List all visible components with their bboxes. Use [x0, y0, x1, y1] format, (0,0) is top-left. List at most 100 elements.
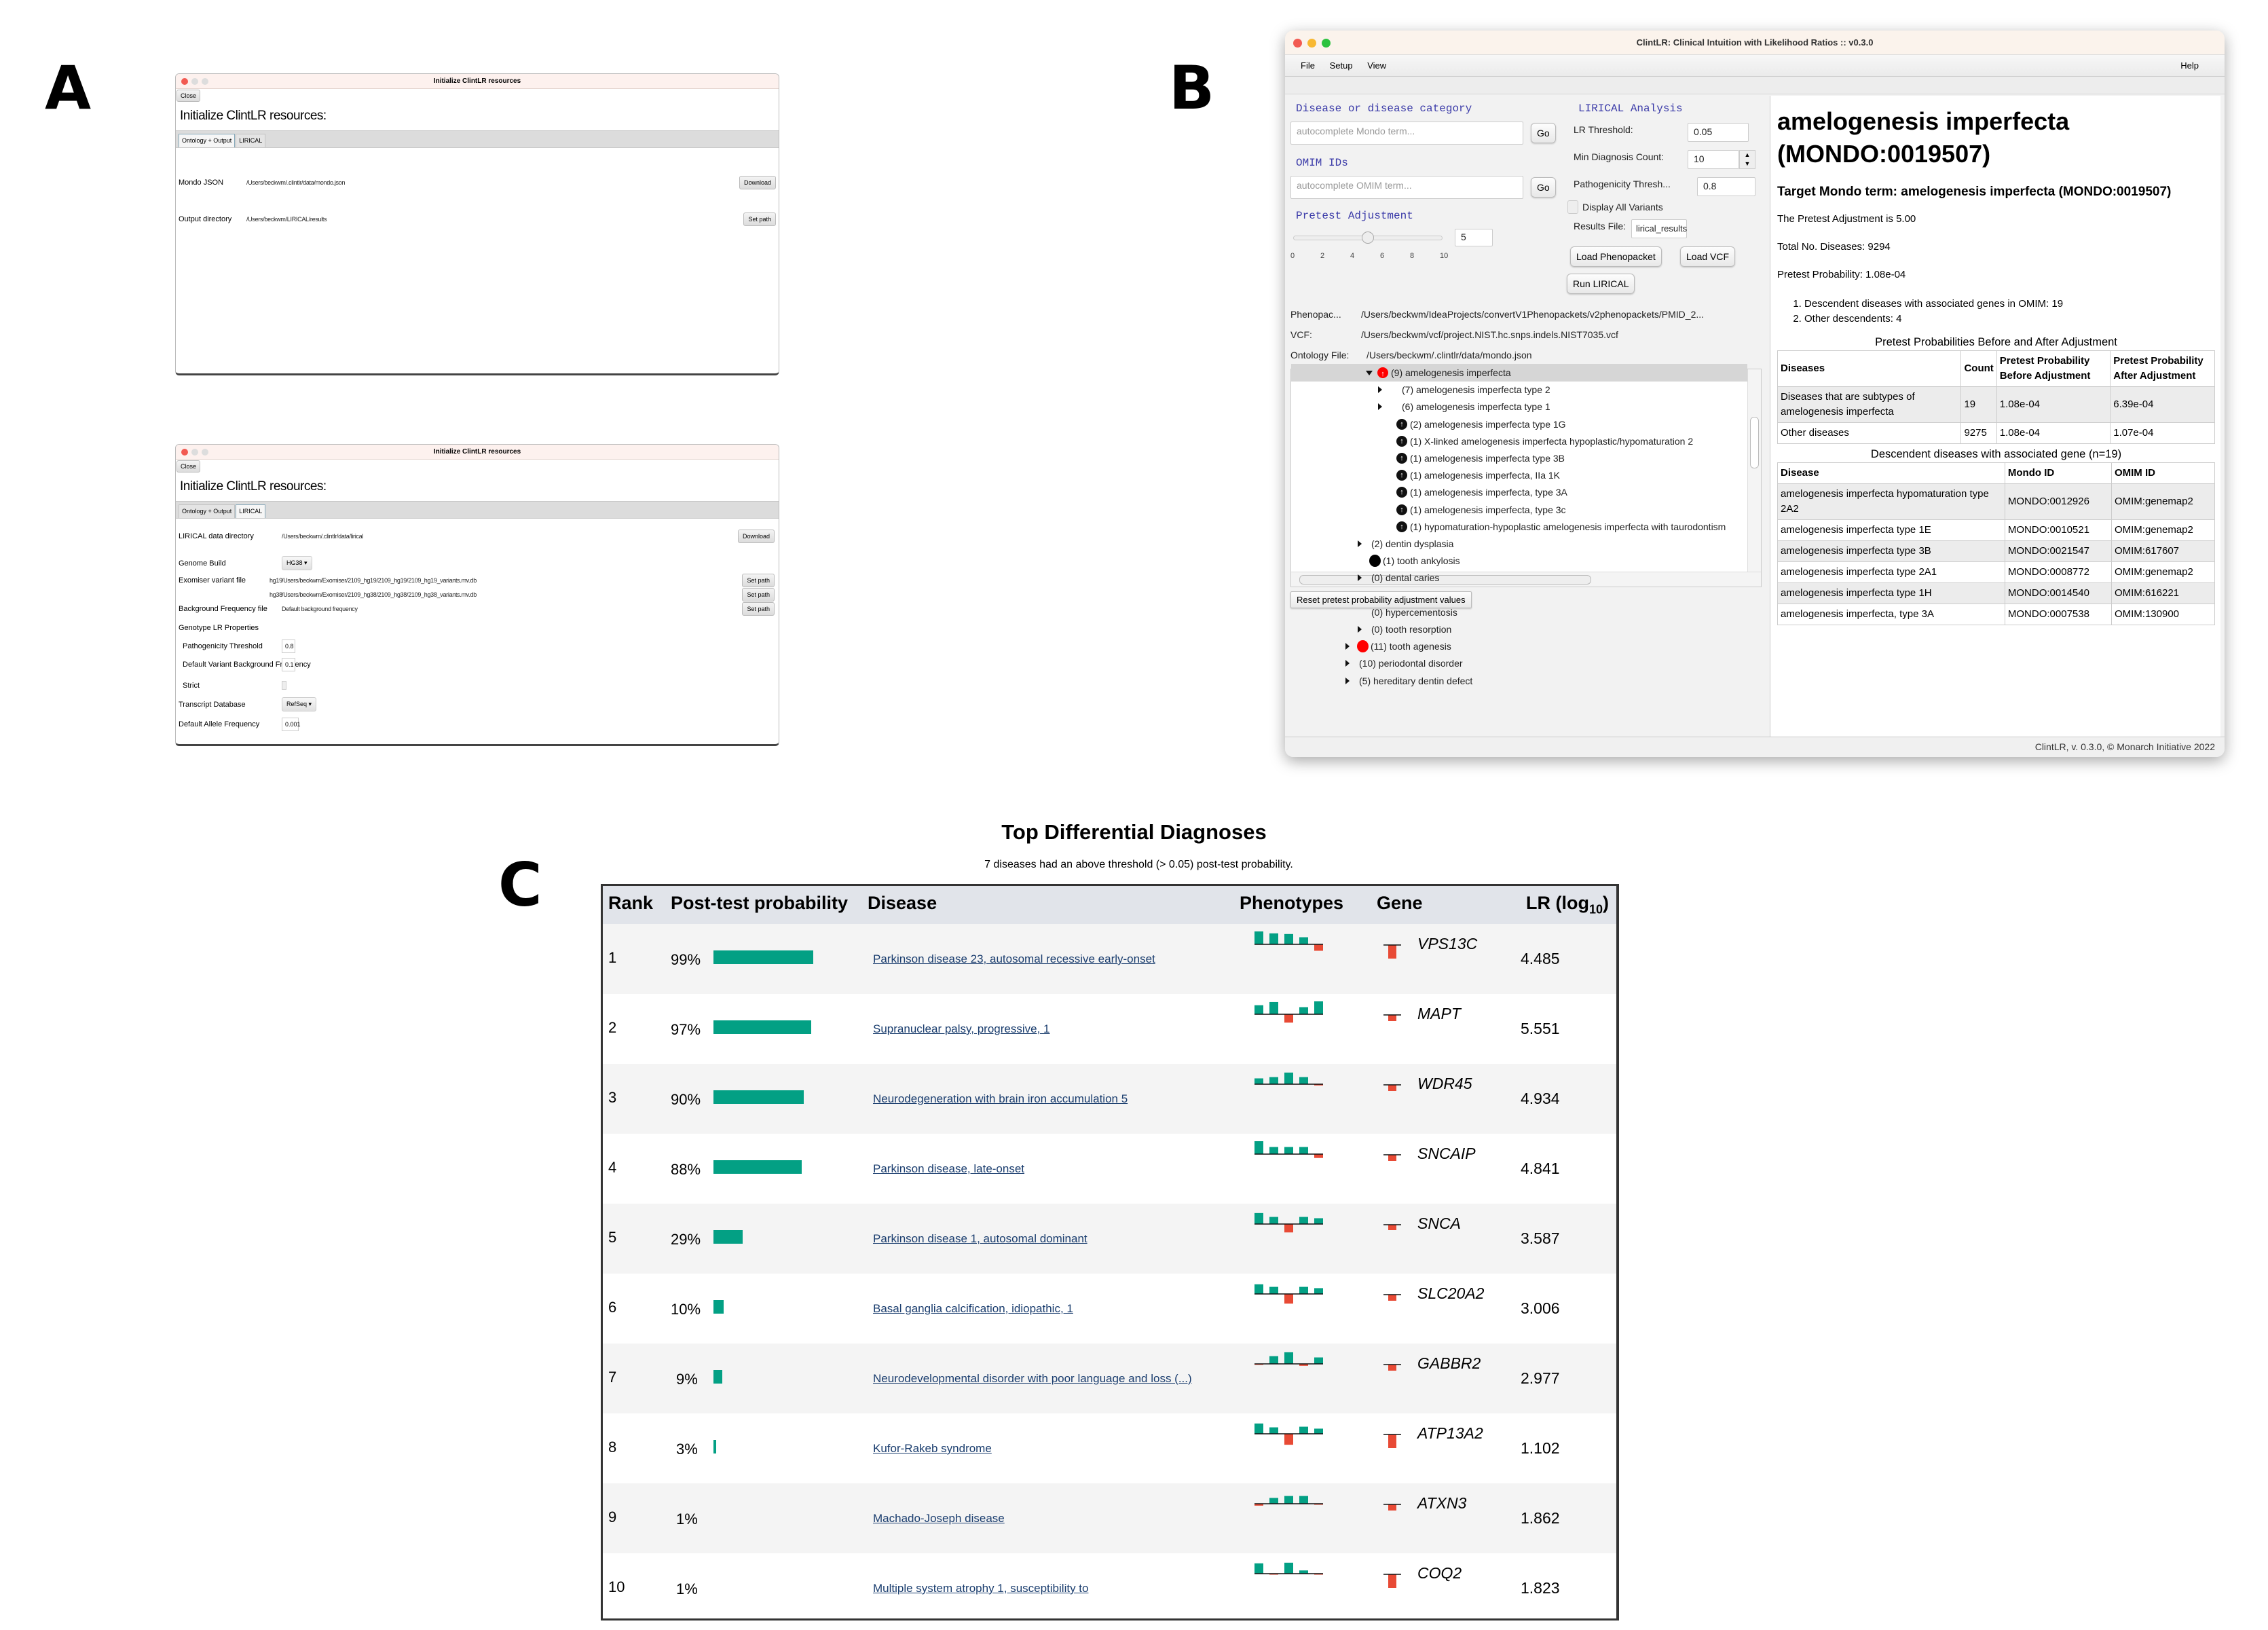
omim-section-heading: OMIM IDs — [1296, 157, 1348, 169]
disease-link[interactable]: Supranuclear palsy, progressive, 1 — [873, 1022, 1050, 1036]
disease-link[interactable]: Parkinson disease 23, autosomal recessiv… — [873, 952, 1155, 966]
disease-link[interactable]: Parkinson disease, late-onset — [873, 1162, 1024, 1176]
zoom-window-dot[interactable] — [202, 449, 208, 456]
tab-ontology-output[interactable]: Ontology + Output — [179, 134, 236, 147]
set-background-path-button[interactable]: Set path — [742, 602, 775, 616]
tree-item[interactable]: (1) tooth ankylosis — [1291, 552, 1747, 570]
collapse-toggle-icon[interactable] — [1345, 660, 1350, 667]
mondo-tree[interactable]: ↑ (9) amelogenesis imperfecta (7) amelogen… — [1290, 364, 1762, 686]
load-vcf-button[interactable]: Load VCF — [1680, 246, 1736, 267]
menu-view[interactable]: View — [1367, 60, 1386, 71]
minimize-window-dot[interactable] — [191, 449, 198, 456]
reset-pretest-button[interactable]: Reset pretest probability adjustment val… — [1290, 591, 1472, 608]
tree-item[interactable]: ↑ (1) amelogenesis imperfecta, type 3c — [1291, 501, 1747, 519]
gene-name: VPS13C — [1417, 935, 1478, 952]
tree-item[interactable]: (7) amelogenesis imperfecta type 2 — [1291, 381, 1747, 399]
minimize-window-dot[interactable] — [1307, 39, 1316, 48]
variant-bg-freq-input[interactable]: 0.1 — [282, 658, 295, 671]
spinner-down-icon[interactable]: ▼ — [1745, 160, 1751, 167]
omim-search-input[interactable]: autocomplete OMIM term... — [1290, 176, 1523, 199]
header-gene: Gene — [1377, 893, 1423, 913]
disease-link[interactable]: Multiple system atrophy 1, susceptibilit… — [873, 1582, 1088, 1595]
tree-item[interactable]: (6) amelogenesis imperfecta type 1 — [1291, 398, 1747, 415]
transcript-db-select[interactable]: RefSeq ▾ — [282, 697, 317, 711]
tree-item[interactable]: ↑ (1) amelogenesis imperfecta, IIa 1K — [1291, 466, 1747, 484]
expand-toggle-icon[interactable] — [1366, 371, 1373, 375]
phenotype-bar — [1314, 1218, 1323, 1224]
init-heading: Initialize ClintLR resources: — [180, 479, 327, 494]
results-file-input[interactable]: lirical_results — [1631, 219, 1687, 238]
gene-name: GABBR2 — [1417, 1354, 1481, 1372]
mondo-search-input[interactable]: autocomplete Mondo term... — [1290, 122, 1523, 145]
tree-item[interactable]: (2) dentin dysplasia — [1291, 535, 1747, 553]
pretest-value-input[interactable]: 5 — [1455, 229, 1493, 246]
set-hg19-path-button[interactable]: Set path — [742, 574, 775, 587]
set-output-path-button[interactable]: Set path — [743, 212, 776, 226]
disease-link[interactable]: Neurodegeneration with brain iron accumu… — [873, 1092, 1128, 1106]
tree-item[interactable]: (11) tooth agenesis — [1291, 637, 1747, 655]
disease-link[interactable]: Kufor-Rakeb syndrome — [873, 1442, 992, 1456]
tab-ontology-output[interactable]: Ontology + Output — [179, 504, 236, 518]
collapse-toggle-icon[interactable] — [1345, 677, 1350, 684]
mondo-go-button[interactable]: Go — [1531, 123, 1556, 143]
allele-freq-input[interactable]: 0.001 — [282, 718, 301, 731]
tree-item[interactable]: ↑ (1) X-linked amelogenesis imperfecta hy… — [1291, 432, 1747, 450]
tree-item[interactable]: ↑ (9) amelogenesis imperfecta — [1291, 364, 1747, 382]
collapse-toggle-icon[interactable] — [1378, 403, 1382, 411]
tree-item[interactable]: ↑ (1) hypomaturation-hypoplastic amelogen… — [1291, 518, 1747, 536]
disease-link[interactable]: Basal ganglia calcification, idiopathic,… — [873, 1302, 1073, 1316]
collapse-toggle-icon[interactable] — [1358, 626, 1362, 633]
window-title: Initialize ClintLR resources — [433, 77, 521, 85]
load-phenopacket-button[interactable]: Load Phenopacket — [1570, 246, 1662, 267]
zoom-window-dot[interactable] — [202, 78, 208, 85]
tree-item[interactable]: (0) dental caries — [1291, 569, 1747, 587]
set-hg38-path-button[interactable]: Set path — [742, 588, 775, 601]
close-window-dot[interactable] — [1293, 39, 1302, 48]
collapse-toggle-icon[interactable] — [1378, 386, 1382, 394]
collapse-toggle-icon[interactable] — [1358, 540, 1362, 547]
pathogenicity-input[interactable]: 0.8 — [282, 640, 295, 653]
genome-build-select[interactable]: HG38 ▾ — [282, 556, 312, 570]
tab-lirical[interactable]: LIRICAL — [236, 504, 266, 518]
tree-item[interactable]: (5) hereditary dentin defect — [1291, 672, 1747, 690]
tree-item[interactable]: ↑ (2) amelogenesis imperfecta type 1G — [1291, 415, 1747, 433]
slider-thumb[interactable] — [1362, 231, 1374, 244]
zoom-window-dot[interactable] — [1322, 39, 1331, 48]
tree-item[interactable]: (10) periodontal disorder — [1291, 654, 1747, 672]
menu-file[interactable]: File — [1301, 60, 1315, 71]
min-diagnosis-spinner[interactable]: ▲ ▼ — [1739, 150, 1755, 169]
tree-vertical-scrollbar[interactable] — [1747, 369, 1761, 572]
min-diagnosis-input[interactable]: 10 — [1688, 150, 1739, 169]
tab-lirical[interactable]: LIRICAL — [236, 134, 266, 147]
minimize-window-dot[interactable] — [191, 78, 198, 85]
probability-bar — [713, 1020, 811, 1034]
close-button[interactable]: Close — [176, 460, 201, 473]
collapse-toggle-icon[interactable] — [1358, 574, 1362, 582]
scroll-thumb[interactable] — [1750, 417, 1759, 468]
collapse-toggle-icon[interactable] — [1345, 643, 1350, 650]
disease-link[interactable]: Machado-Joseph disease — [873, 1512, 1005, 1525]
tree-item[interactable]: ↑ (1) amelogenesis imperfecta type 3B — [1291, 449, 1747, 467]
close-window-dot[interactable] — [181, 449, 188, 456]
phenotype-bar — [1284, 1434, 1293, 1445]
download-mondo-button[interactable]: Download — [739, 176, 776, 189]
disease-link[interactable]: Neurodevelopmental disorder with poor la… — [873, 1372, 1192, 1386]
omim-go-button[interactable]: Go — [1531, 177, 1556, 198]
download-lirical-button[interactable]: Download — [737, 530, 775, 543]
pretest-slider[interactable]: 0 2 4 6 8 10 — [1290, 231, 1448, 265]
strict-checkbox[interactable] — [282, 681, 286, 690]
spinner-up-icon[interactable]: ▲ — [1745, 151, 1751, 158]
menu-setup[interactable]: Setup — [1330, 60, 1353, 71]
pathogenicity-threshold-input[interactable]: 0.8 — [1697, 177, 1755, 196]
menu-help[interactable]: Help — [2180, 55, 2199, 77]
display-all-variants-checkbox[interactable] — [1567, 200, 1578, 214]
phenotype-bar — [1284, 1147, 1293, 1154]
tree-item[interactable]: (0) tooth resorption — [1291, 620, 1747, 638]
arrow-up-icon: ↑ — [1396, 435, 1407, 447]
tree-item[interactable]: ↑ (1) amelogenesis imperfecta, type 3A — [1291, 483, 1747, 501]
run-lirical-button[interactable]: Run LIRICAL — [1567, 274, 1635, 294]
close-button[interactable]: Close — [176, 90, 201, 102]
lr-threshold-input[interactable]: 0.05 — [1688, 123, 1749, 142]
close-window-dot[interactable] — [181, 78, 188, 85]
disease-link[interactable]: Parkinson disease 1, autosomal dominant — [873, 1232, 1087, 1246]
